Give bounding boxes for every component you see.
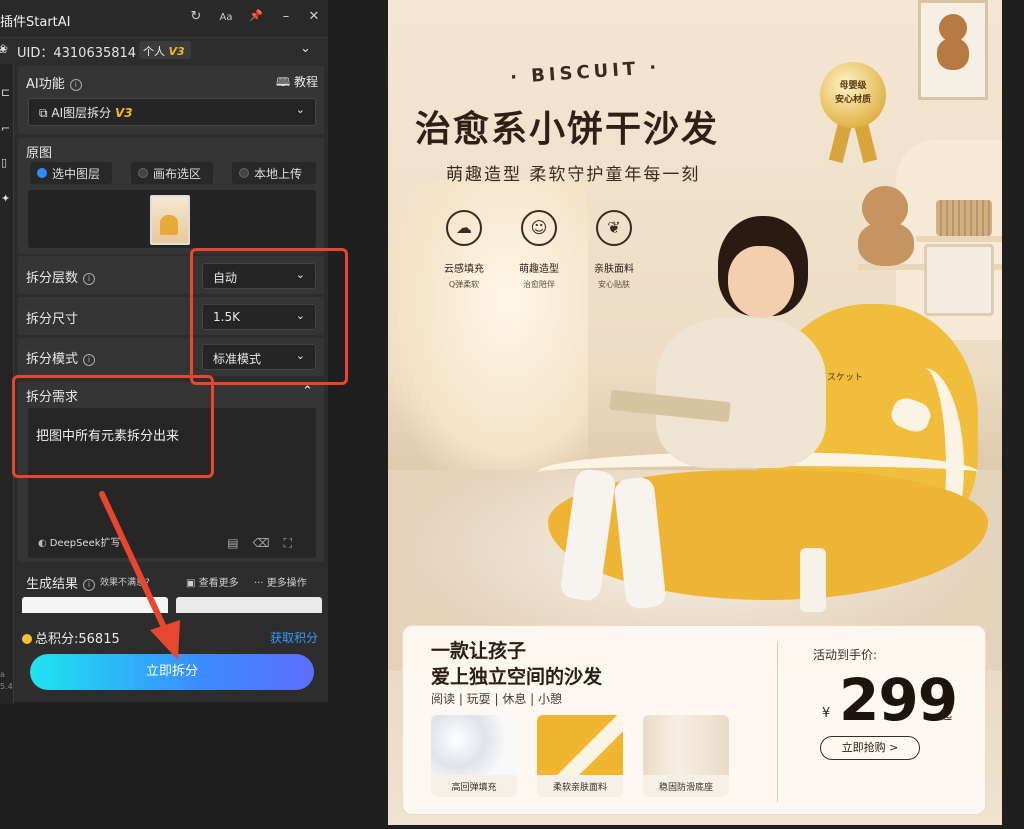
buy-now-button[interactable]: 立即抢购 > [820,736,920,760]
feature-title: 萌趣造型 [519,264,559,275]
cabinet [924,244,994,316]
medal-line-1: 母婴级 [839,81,867,91]
brand-biscuit: · BISCUIT · [509,56,661,89]
card-headline-2: 爱上独立空间的沙发 [431,666,603,688]
product-caption: 柔软亲肤面料 [552,783,607,793]
medal-line-2: 安心材质 [834,95,871,105]
feature-cute-shape: ☺ 萌趣造型 治愈陪伴 [499,210,579,290]
card-divider [777,642,778,802]
product-card-fabric: 柔软亲肤面料 [537,715,623,797]
leaf-icon: ❦ [596,210,632,246]
frame-bear-body [937,38,969,70]
quality-medal: 母婴级 安心材质 [820,62,886,128]
annotation-arrow-line [99,491,171,639]
feature-subtitle: Q弹柔软 [448,280,480,289]
card-tags: 阅读 | 玩耍 | 休息 | 小憩 [431,692,563,706]
sofa-leg [800,548,826,612]
annotation-arrow [99,491,180,660]
feature-title: 云感填充 [444,264,484,275]
price-value: 299 [839,666,958,734]
girl-face [728,246,794,318]
teddy-bear-body [858,222,914,266]
base-image [643,715,729,775]
product-info-card: 一款让孩子 爱上独立空间的沙发 阅读 | 玩耍 | 休息 | 小憩 高回弹填充 … [402,625,986,815]
cloud-icon: ☁ [446,210,482,246]
promo-label: 活动到手价: [813,648,878,662]
filling-image [431,715,517,775]
feature-cloud-filling: ☁ 云感填充 Q弹柔软 [424,210,504,290]
product-card-base: 稳固防滑底座 [643,715,729,797]
product-poster: · BISCUIT · 治愈系小饼干沙发 萌趣造型 柔软守护童年每一刻 母婴级 … [388,0,1002,825]
product-caption: 高回弹填充 [451,783,497,793]
smile-icon: ☺ [521,210,557,246]
feature-skin-friendly: ❦ 亲肤面料 安心贴肤 [574,210,654,290]
fabric-image [537,715,623,775]
girl-dress [656,318,826,468]
feature-title: 亲肤面料 [594,264,634,275]
poster-title: 治愈系小饼干沙发 [415,109,720,150]
price-suffix: 起 [940,708,953,722]
product-card-filling: 高回弹填充 [431,715,517,797]
feature-subtitle: 治愈陪伴 [523,280,555,289]
woven-basket [936,200,992,236]
card-headline-1: 一款让孩子 [431,640,527,662]
shelf-board [916,236,1002,242]
feature-subtitle: 安心贴肤 [598,280,630,289]
poster-subtitle: 萌趣造型 柔软守护童年每一刻 [446,165,701,185]
currency-symbol: ¥ [822,706,831,721]
annotation-arrow-head [150,620,180,660]
product-caption: 稳固防滑底座 [658,783,713,793]
